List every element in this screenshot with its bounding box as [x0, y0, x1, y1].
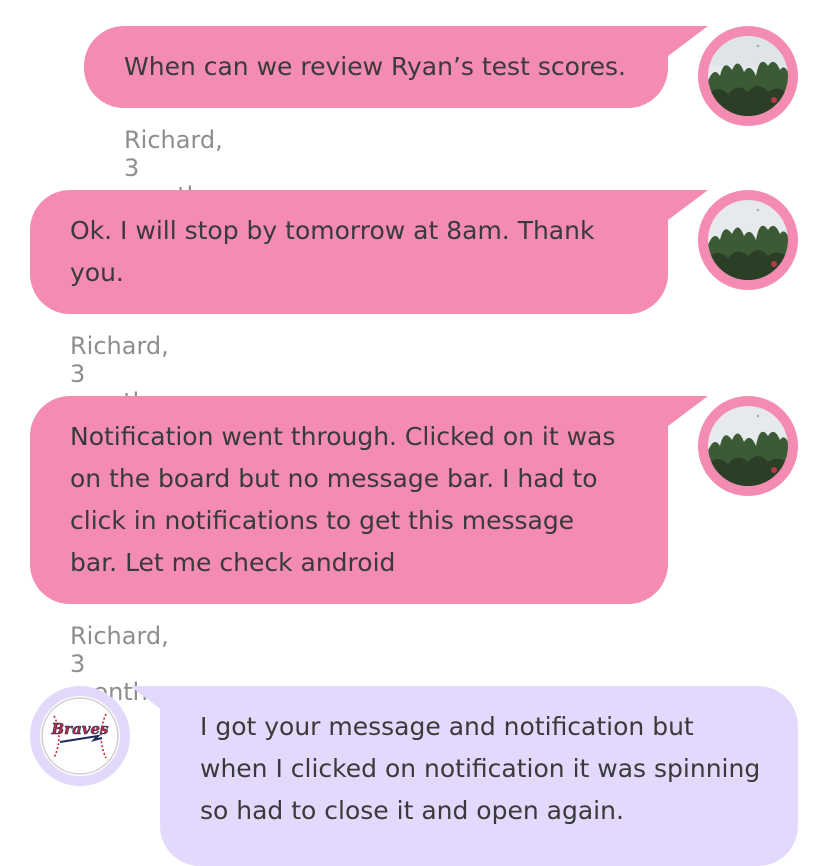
message-text: Ok. I will stop by tomorrow at 8am. Than… — [70, 216, 595, 287]
sender-avatar[interactable] — [698, 26, 798, 126]
bubble-tail — [668, 190, 708, 220]
message-bubble-outgoing[interactable]: Notification went through. Clicked on it… — [30, 396, 668, 604]
message-text: Notification went through. Clicked on it… — [70, 422, 616, 577]
trees-photo-icon — [708, 36, 788, 116]
sender-avatar[interactable] — [698, 396, 798, 496]
bubble-tail — [668, 26, 708, 56]
message-bubble-outgoing[interactable]: When can we review Ryan’s test scores. — [84, 26, 668, 108]
trees-photo-icon — [708, 200, 788, 280]
braves-logo-text: Braves — [50, 720, 109, 738]
message-bubble-incoming[interactable]: I got your message and notification but … — [160, 686, 798, 866]
bubble-tail — [668, 396, 708, 426]
message-text: I got your message and notification but … — [200, 712, 761, 825]
message-text: When can we review Ryan’s test scores. — [124, 52, 626, 81]
message-bubble-outgoing[interactable]: Ok. I will stop by tomorrow at 8am. Than… — [30, 190, 668, 314]
receiver-avatar[interactable]: Braves — [30, 686, 130, 786]
braves-baseball-logo-icon: Braves — [40, 696, 120, 776]
trees-photo-icon — [708, 406, 788, 486]
sender-avatar[interactable] — [698, 190, 798, 290]
